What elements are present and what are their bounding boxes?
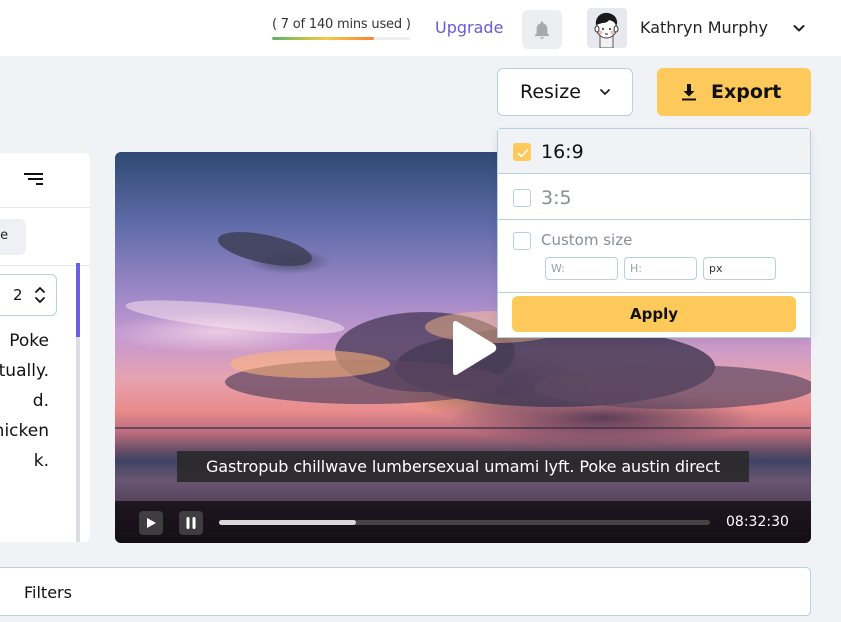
checkbox-3-5[interactable] — [513, 189, 531, 207]
export-button[interactable]: Export — [657, 68, 811, 116]
resize-label: Resize — [520, 81, 581, 103]
resize-option-3-5[interactable]: 3:5 — [498, 174, 810, 220]
upgrade-link[interactable]: Upgrade — [435, 18, 503, 37]
filters-label: Filters — [24, 583, 72, 602]
video-controls: 08:32:30 — [115, 501, 811, 543]
resize-option-custom[interactable]: Custom size — [498, 220, 810, 293]
panel-header — [0, 153, 90, 208]
transcript-line: Poke — [9, 331, 49, 351]
top-bar: ( 7 of 140 mins used ) Upgrade Kathryn M… — [0, 0, 841, 56]
play-icon[interactable] — [447, 320, 497, 376]
avatar[interactable] — [587, 8, 627, 48]
transcript-panel: te 2 Poke ctually. d. hicken k. — [0, 153, 90, 542]
apply-button[interactable]: Apply — [512, 296, 796, 332]
resize-dropdown-button[interactable]: Resize — [497, 68, 633, 116]
check-icon — [517, 149, 529, 158]
usage-bar — [272, 37, 410, 40]
pause-button[interactable] — [179, 511, 203, 535]
export-label: Export — [711, 81, 782, 103]
custom-width-input[interactable] — [545, 257, 618, 280]
number-stepper[interactable]: 2 — [0, 274, 57, 316]
download-icon — [682, 84, 696, 101]
video-progress-fill — [219, 520, 357, 525]
avatar-illustration-icon — [594, 12, 619, 48]
usage-meter: ( 7 of 140 mins used ) — [272, 17, 411, 40]
option-label: Custom size — [541, 231, 633, 249]
transcript-line: ctually. — [0, 361, 49, 381]
scrollbar-thumb[interactable] — [76, 263, 80, 337]
custom-unit-input[interactable] — [703, 257, 776, 280]
custom-height-input[interactable] — [624, 257, 697, 280]
resize-option-16-9[interactable]: 16:9 — [498, 129, 810, 174]
transcript-line: d. — [32, 391, 49, 411]
option-label: 3:5 — [541, 187, 572, 209]
video-timestamp: 08:32:30 — [726, 514, 789, 530]
resize-menu: 16:9 3:5 Custom size Apply — [497, 128, 811, 338]
transcript-line: k. — [33, 451, 49, 471]
filter-lines-icon[interactable] — [24, 172, 44, 188]
video-caption: Gastropub chillwave lumbersexual umami l… — [177, 451, 749, 482]
pause-icon — [186, 517, 196, 529]
checkbox-16-9[interactable] — [513, 143, 531, 161]
user-name[interactable]: Kathryn Murphy — [640, 18, 768, 37]
stepper-arrows-icon[interactable] — [34, 284, 46, 306]
usage-text: ( 7 of 140 mins used ) — [272, 17, 411, 32]
filters-panel[interactable]: Filters — [0, 567, 811, 616]
play-icon — [147, 518, 156, 528]
play-button[interactable] — [139, 511, 163, 535]
transcript-line: hicken — [0, 421, 49, 441]
option-label: 16:9 — [541, 141, 584, 163]
usage-bar-fill — [272, 37, 375, 40]
video-progress-bar[interactable] — [219, 520, 710, 525]
bell-icon — [535, 21, 549, 39]
checkbox-custom-size[interactable] — [513, 232, 531, 250]
chevron-down-icon[interactable] — [791, 20, 807, 36]
panel-chip[interactable]: te — [0, 219, 26, 255]
chevron-down-icon — [600, 89, 610, 95]
notifications-button[interactable] — [522, 10, 562, 49]
stepper-value: 2 — [13, 286, 23, 304]
